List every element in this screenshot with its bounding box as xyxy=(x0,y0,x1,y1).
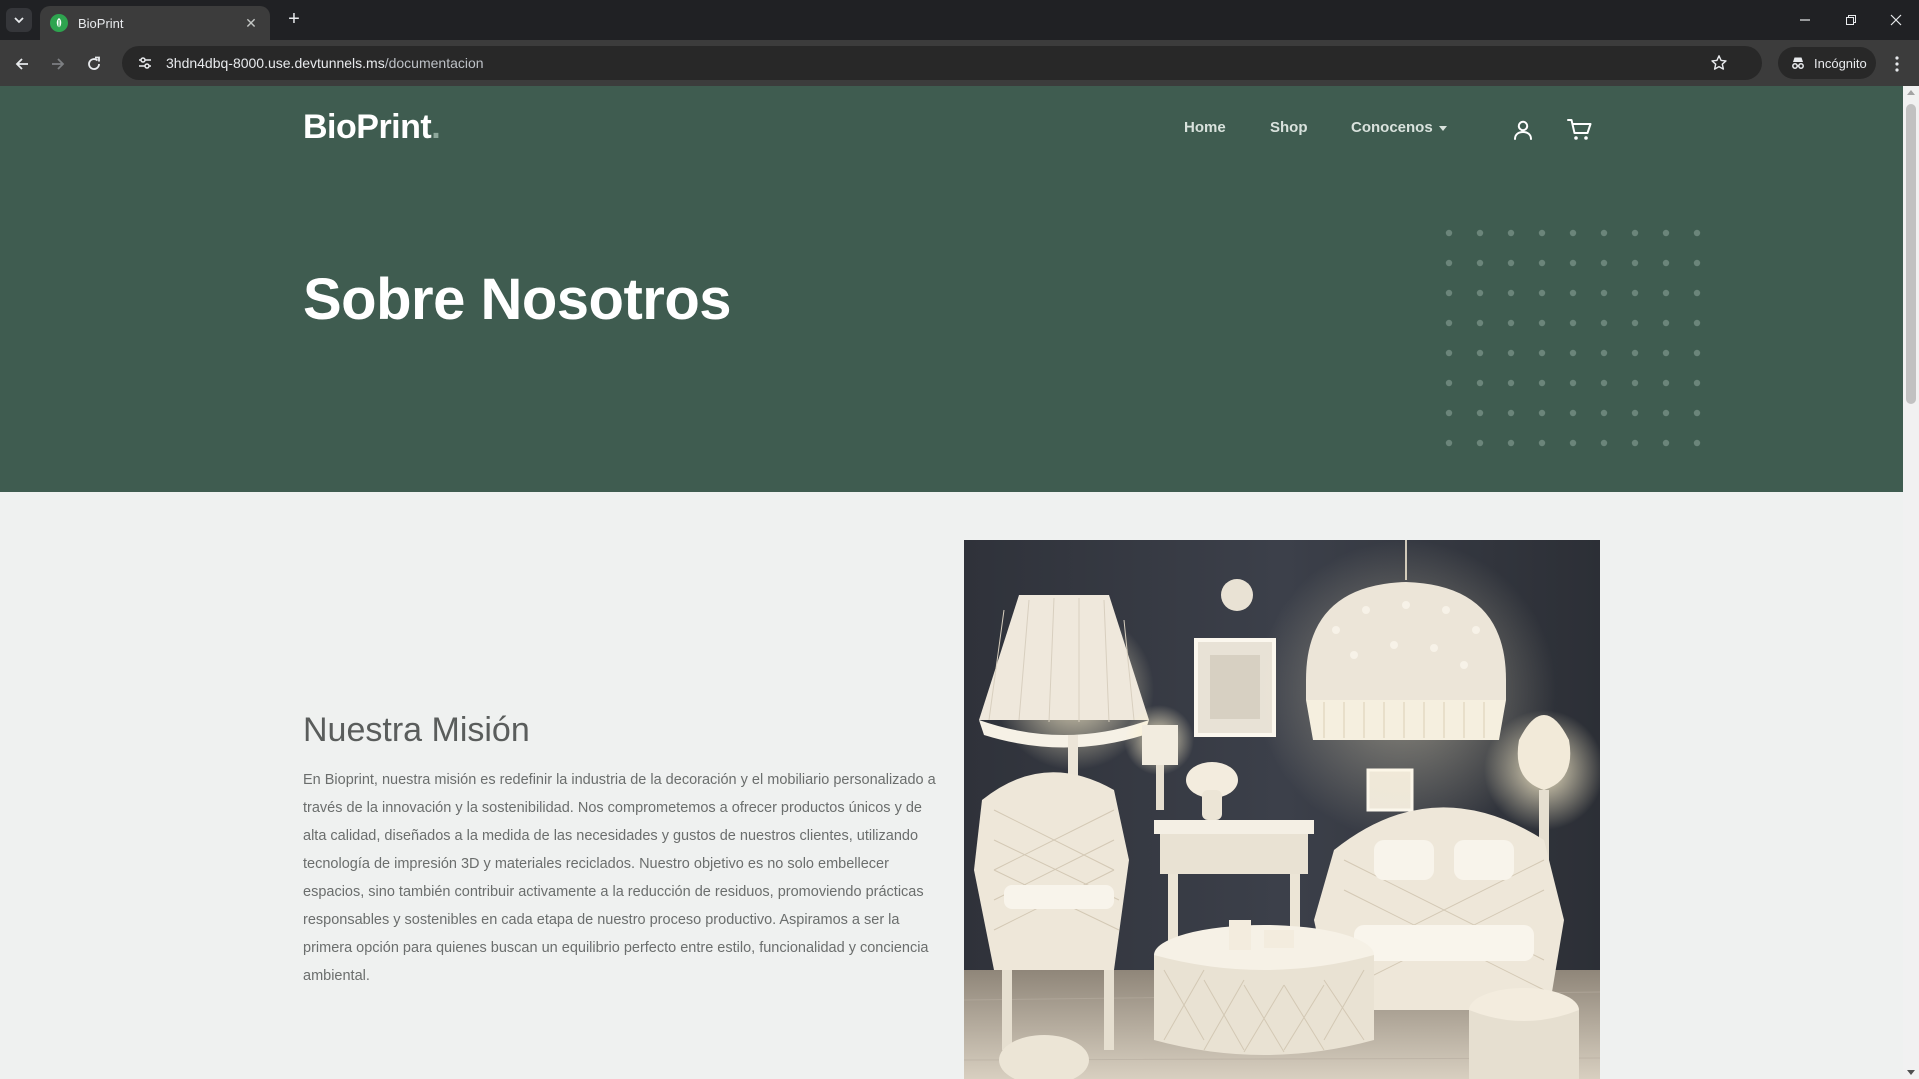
close-icon xyxy=(1890,14,1902,26)
incognito-label: Incógnito xyxy=(1814,55,1867,71)
hero-section: BioPrint. Home Shop Conocenos Sobre Noso… xyxy=(0,86,1903,492)
url-text: 3hdn4dbq-8000.use.devtunnels.ms/document… xyxy=(166,55,484,71)
logo-text: BioPrint xyxy=(303,108,432,146)
chevron-down-icon xyxy=(14,17,24,24)
arrow-right-icon xyxy=(52,58,65,70)
cart-button[interactable] xyxy=(1566,116,1594,144)
star-icon xyxy=(1711,55,1727,70)
bookmark-star-button[interactable] xyxy=(1710,54,1728,77)
forward-button[interactable] xyxy=(45,51,71,77)
site-logo[interactable]: BioPrint. xyxy=(303,108,441,147)
reload-icon xyxy=(88,56,100,70)
user-icon xyxy=(1514,120,1532,140)
address-bar[interactable]: 3hdn4dbq-8000.use.devtunnels.ms/document… xyxy=(122,46,1762,80)
kebab-icon xyxy=(1895,56,1899,72)
restore-icon xyxy=(1846,15,1856,25)
caret-down-icon xyxy=(1438,125,1447,131)
account-button[interactable] xyxy=(1509,116,1537,144)
incognito-icon xyxy=(1792,57,1804,69)
back-button[interactable] xyxy=(9,51,35,77)
browser-menu-button[interactable] xyxy=(1886,52,1908,76)
furniture-photo xyxy=(964,540,1600,1079)
minimize-icon xyxy=(1800,19,1810,21)
page-viewport: BioPrint. Home Shop Conocenos Sobre Noso… xyxy=(0,86,1919,1079)
scroll-down-icon[interactable] xyxy=(1907,1070,1915,1075)
tab-close-button[interactable]: ✕ xyxy=(242,15,260,32)
scroll-up-icon[interactable] xyxy=(1907,90,1915,95)
browser-tab-strip: BioPrint ✕ + xyxy=(0,0,1919,40)
cart-icon xyxy=(1567,119,1592,140)
url-path: /documentacion xyxy=(384,55,484,71)
leaf-icon xyxy=(50,14,68,32)
mission-heading: Nuestra Misión xyxy=(303,711,530,749)
browser-tab[interactable]: BioPrint ✕ xyxy=(40,6,270,40)
url-host: 3hdn4dbq-8000.use.devtunnels.ms xyxy=(166,55,385,71)
tab-title: BioPrint xyxy=(78,15,124,31)
nav-shop-link[interactable]: Shop xyxy=(1270,119,1308,136)
incognito-badge[interactable]: Incógnito xyxy=(1778,47,1876,79)
tune-icon[interactable] xyxy=(136,54,154,72)
arrow-left-icon xyxy=(15,58,28,70)
close-window-button[interactable] xyxy=(1873,0,1919,40)
nav-about-dropdown[interactable]: Conocenos xyxy=(1351,119,1447,136)
logo-dot: . xyxy=(431,108,441,146)
tab-search-button[interactable] xyxy=(6,8,32,32)
reload-button[interactable] xyxy=(81,51,107,77)
page-title: Sobre Nosotros xyxy=(303,267,732,332)
nav-home-link[interactable]: Home xyxy=(1184,119,1226,136)
restore-button[interactable] xyxy=(1828,0,1874,40)
minimize-button[interactable] xyxy=(1782,0,1828,40)
page-scrollbar[interactable] xyxy=(1903,86,1919,1079)
scrollbar-thumb[interactable] xyxy=(1906,104,1916,404)
mission-paragraph: En Bioprint, nuestra misión es redefinir… xyxy=(303,772,936,984)
browser-toolbar: 3hdn4dbq-8000.use.devtunnels.ms/document… xyxy=(0,40,1919,86)
new-tab-button[interactable]: + xyxy=(282,8,306,32)
dot-pattern-decoration xyxy=(1445,229,1701,447)
nav-about-label: Conocenos xyxy=(1351,119,1433,136)
